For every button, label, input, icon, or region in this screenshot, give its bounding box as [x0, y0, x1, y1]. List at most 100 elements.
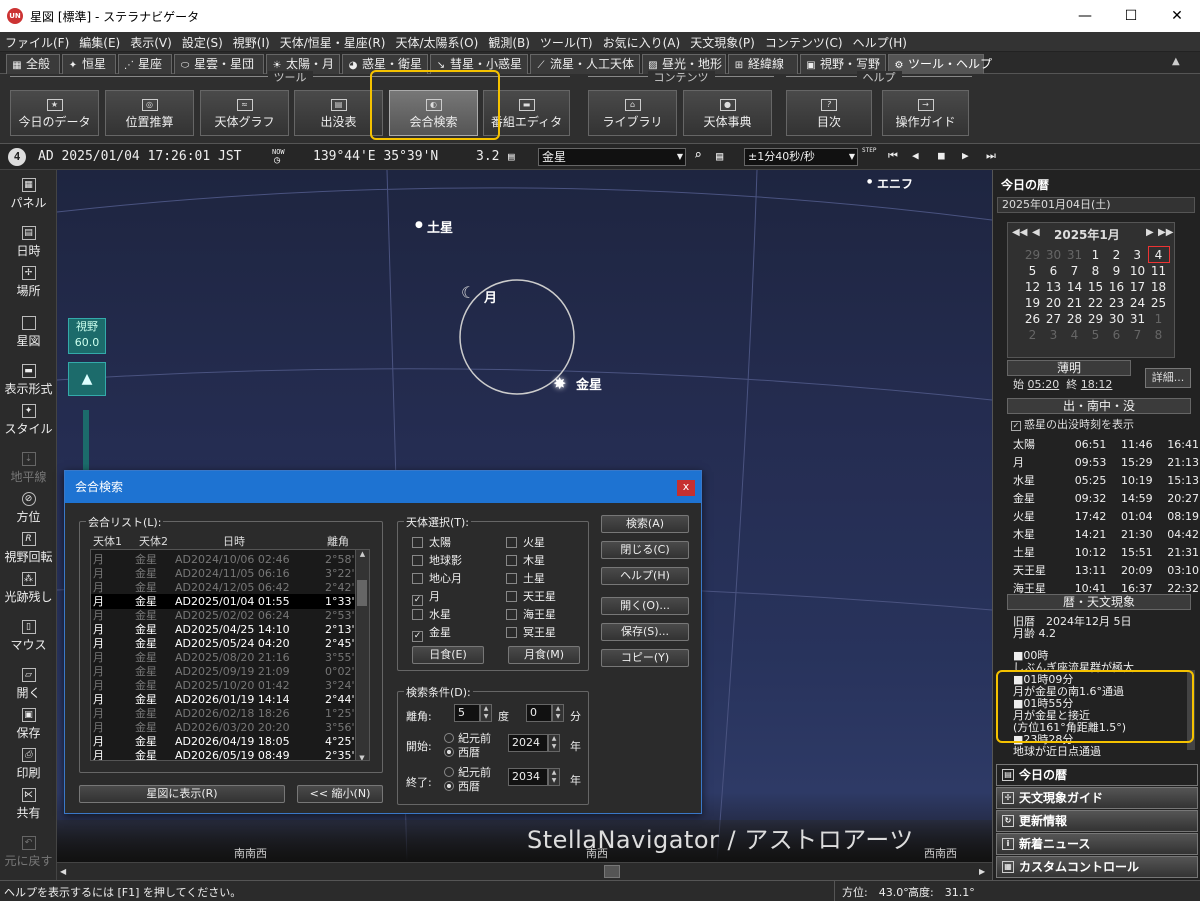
- calendar-day[interactable]: 1: [1085, 247, 1106, 263]
- location-button[interactable]: ✢ 場所: [0, 266, 57, 299]
- menu-help[interactable]: ヘルプ(H): [848, 32, 912, 53]
- zoom-up-button[interactable]: ▲: [68, 362, 106, 396]
- calendar-day[interactable]: 8: [1148, 327, 1169, 343]
- target-select[interactable]: 金星 ▼: [538, 148, 686, 166]
- calendar-day[interactable]: 13: [1043, 279, 1064, 295]
- nav-today-calendar[interactable]: ▤ 今日の暦: [996, 764, 1198, 786]
- tab-stars[interactable]: ✦ 恒星: [62, 54, 116, 74]
- horizontal-scrollbar[interactable]: ◀ ▶: [57, 862, 992, 880]
- list-row[interactable]: 月 金星 AD2026/03/20 20:20 3°56': [91, 720, 355, 735]
- scroll-left-icon[interactable]: ◀: [60, 867, 66, 876]
- degree-spinner[interactable]: ▲ ▼: [480, 704, 492, 722]
- calendar-day[interactable]: 3: [1127, 247, 1148, 263]
- today-data-button[interactable]: ★ 今日のデータ: [10, 90, 99, 136]
- calendar-day[interactable]: 5: [1085, 327, 1106, 343]
- lunar-eclipse-button[interactable]: 月食(M): [508, 646, 580, 664]
- calendar-day[interactable]: 6: [1106, 327, 1127, 343]
- header-separation[interactable]: 離角: [327, 533, 349, 549]
- dialog-close-button[interactable]: x: [677, 480, 695, 496]
- menu-observe[interactable]: 観測(B): [483, 32, 535, 53]
- tab-general[interactable]: ▦ 全般: [6, 54, 60, 74]
- search-button[interactable]: 検索(A): [601, 515, 689, 533]
- close-button[interactable]: 閉じる(C): [601, 541, 689, 559]
- clock-icon[interactable]: ◷: [274, 155, 280, 166]
- calendar-day[interactable]: 29: [1022, 247, 1043, 263]
- magnitude-display[interactable]: 3.2: [476, 149, 499, 164]
- calendar-day[interactable]: 31: [1127, 311, 1148, 327]
- library-button[interactable]: ⌂ ライブラリ: [588, 90, 677, 136]
- conjunction-search-button[interactable]: ◐ 会合検索: [389, 90, 478, 136]
- planet-rise-checkbox[interactable]: ✓ 惑星の出没時刻を表示: [1011, 416, 1134, 432]
- header-body2[interactable]: 天体2: [139, 533, 168, 549]
- rise-set-table-button[interactable]: ▤ 出没表: [294, 90, 383, 136]
- scroll-right-icon[interactable]: ▶: [979, 867, 985, 876]
- calendar-day[interactable]: 30: [1106, 311, 1127, 327]
- list-row[interactable]: 月 金星 AD2026/04/19 18:05 4°25': [91, 734, 355, 749]
- play-icon[interactable]: ▶: [962, 149, 969, 162]
- list-row[interactable]: 月 金星 AD2024/10/06 02:46 2°58': [91, 552, 355, 567]
- list-row[interactable]: 月 金星 AD2024/11/05 06:16 3°22': [91, 566, 355, 581]
- menu-tools[interactable]: ツール(T): [535, 32, 598, 53]
- calendar-day[interactable]: 17: [1127, 279, 1148, 295]
- body-checkbox[interactable]: 水星: [412, 606, 451, 622]
- calendar-day[interactable]: 9: [1106, 263, 1127, 279]
- collapse-ribbon-icon[interactable]: ▲: [1172, 56, 1180, 67]
- datetime-display[interactable]: AD 2025/01/04 17:26:01 JST: [38, 149, 242, 164]
- list-scroll-thumb[interactable]: [357, 580, 367, 606]
- calendar-day[interactable]: 5: [1022, 263, 1043, 279]
- body-checkbox[interactable]: ✓ 月: [412, 588, 440, 606]
- step-button[interactable]: STEP: [862, 147, 876, 154]
- start-year-spinner[interactable]: ▲ ▼: [548, 734, 560, 752]
- show-on-chart-button[interactable]: 星図に表示(R): [79, 785, 285, 803]
- stop-icon[interactable]: ■: [938, 149, 945, 162]
- calendar-day[interactable]: 12: [1022, 279, 1043, 295]
- detail-button[interactable]: 詳細...: [1145, 368, 1191, 388]
- prev-month-icon[interactable]: ◀: [1032, 227, 1040, 238]
- calendar-day[interactable]: 18: [1148, 279, 1169, 295]
- list-row[interactable]: 月 金星 AD2025/10/20 01:42 3°24': [91, 678, 355, 693]
- conjunction-list[interactable]: ▲ ▼ 月金星 AD2024/10/06 02:46 2°58' 月金星 AD2024/…: [90, 549, 370, 761]
- panel-button[interactable]: ▦ パネル: [0, 178, 57, 211]
- end-ad-radio[interactable]: 西暦: [444, 778, 480, 794]
- calendar-day[interactable]: 27: [1043, 311, 1064, 327]
- body-checkbox[interactable]: 地球影: [412, 552, 462, 568]
- list-row[interactable]: 月 金星 AD2025/05/24 04:20 2°45': [91, 636, 355, 651]
- fov-indicator[interactable]: 視野 60.0: [68, 318, 106, 354]
- skip-forward-icon[interactable]: ⏭: [986, 149, 996, 163]
- menu-favorites[interactable]: お気に入り(A): [598, 32, 686, 53]
- list-scrollbar[interactable]: ▲ ▼: [355, 550, 369, 760]
- calendar-day[interactable]: 14: [1064, 279, 1085, 295]
- body-checkbox[interactable]: ✓ 金星: [412, 624, 451, 642]
- body-checkbox[interactable]: 冥王星: [506, 624, 556, 640]
- list-row[interactable]: 月 金星 AD2025/04/25 14:10 2°13': [91, 622, 355, 637]
- copy-button[interactable]: コピー(Y): [601, 649, 689, 667]
- prev-year-icon[interactable]: ◀◀: [1012, 227, 1027, 238]
- search-icon[interactable]: ⌕: [694, 148, 702, 163]
- menu-contents[interactable]: コンテンツ(C): [760, 32, 848, 53]
- trail-button[interactable]: ⁂ 光跡残し: [0, 572, 57, 605]
- list-icon[interactable]: ▤: [716, 149, 723, 163]
- calendar-day[interactable]: 8: [1085, 263, 1106, 279]
- calendar-day[interactable]: 28: [1064, 311, 1085, 327]
- style-button[interactable]: ✦ スタイル: [0, 404, 57, 437]
- maximize-button[interactable]: ☐: [1108, 0, 1154, 32]
- close-window-button[interactable]: ✕: [1154, 0, 1200, 32]
- calendar-day[interactable]: 19: [1022, 295, 1043, 311]
- magnitude-icon[interactable]: ▤: [508, 150, 515, 163]
- calendar-day[interactable]: 25: [1148, 295, 1169, 311]
- body-graph-button[interactable]: ≈ 天体グラフ: [200, 90, 289, 136]
- body-checkbox[interactable]: 地心月: [412, 570, 462, 586]
- help-button[interactable]: ヘルプ(H): [601, 567, 689, 585]
- open-file-button[interactable]: 開く(O)...: [601, 597, 689, 615]
- menu-solar[interactable]: 天体/太陽系(O): [390, 32, 483, 53]
- tab-tools-help[interactable]: ⚙ ツール・ヘルプ: [888, 54, 992, 74]
- venus-marker[interactable]: ✸: [553, 374, 566, 393]
- moon-icon[interactable]: ☾: [461, 283, 475, 302]
- display-format-button[interactable]: ▬ 表示形式: [0, 364, 57, 397]
- undo-button[interactable]: ↶ 元に戻す: [0, 836, 57, 869]
- menu-edit[interactable]: 編集(E): [74, 32, 125, 53]
- calendar-day[interactable]: 1: [1148, 311, 1169, 327]
- step-select[interactable]: ±1分40秒/秒 ▼: [744, 148, 858, 166]
- calendar-day[interactable]: 16: [1106, 279, 1127, 295]
- calendar-day[interactable]: 26: [1022, 311, 1043, 327]
